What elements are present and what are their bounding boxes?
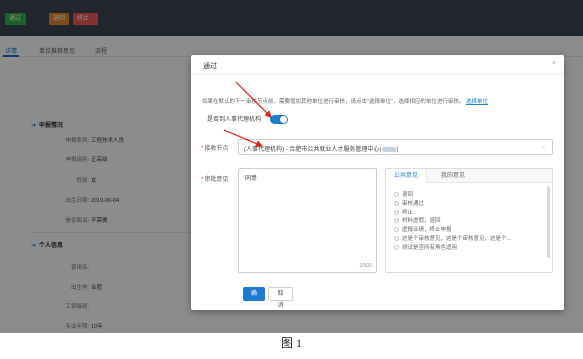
- receive-node-select[interactable]: (人事代理机构) - 合肥市公共就业人才服务管理中心() ⌄: [238, 139, 553, 155]
- opinion-picker: 公共意见 我的意见 退回 审核通过 终止 材料虚假，退回 虚报业绩，终止申报 这…: [385, 168, 553, 273]
- opinion-field-label: *审批意见: [201, 177, 229, 183]
- opinion-textarea[interactable]: 同意 2/500: [238, 168, 377, 273]
- toggle-label: 是否到人事代理机构: [207, 117, 262, 123]
- figure-caption: 图 1: [280, 336, 302, 350]
- char-count: 2/500: [359, 263, 372, 269]
- radio-icon: [394, 192, 399, 197]
- toggle-knob: [280, 116, 287, 123]
- opinion-text: 同意: [245, 176, 258, 182]
- list-item[interactable]: 虚报业绩，终止申报: [394, 225, 511, 234]
- opinion-list: 退回 审核通过 终止 材料虚假，退回 虚报业绩，终止申报 这是个审核意见，这是个…: [394, 190, 511, 252]
- list-item[interactable]: 这是个审核意见，这是个审核意见，这是个...: [394, 234, 511, 243]
- confirm-button[interactable]: 确定: [243, 287, 265, 311]
- close-icon[interactable]: ×: [552, 60, 556, 67]
- scrollbar[interactable]: [547, 186, 550, 258]
- approve-dialog: 通过 × 如果在默认的下一审核节点前，需要增加其他单位进行审核，请点击"选择单位…: [191, 55, 564, 311]
- agency-toggle[interactable]: [270, 115, 288, 124]
- node-field-label: *接收节点: [201, 146, 229, 152]
- tab-my-opinions[interactable]: 我的意见: [433, 169, 473, 183]
- radio-icon: [394, 227, 399, 233]
- redacted-mark: [382, 146, 397, 152]
- list-item[interactable]: 材料虚假，退回: [394, 216, 511, 225]
- list-item[interactable]: 审核通过: [394, 199, 511, 208]
- dialog-notice: 如果在默认的下一审核节点前，需要增加其他单位进行审核，请点击"选择单位"，选择相…: [202, 99, 488, 105]
- radio-icon: [394, 235, 399, 241]
- chevron-down-icon: ⌄: [540, 144, 546, 150]
- list-item[interactable]: 退回: [394, 190, 511, 199]
- select-unit-link[interactable]: 选择单位: [466, 99, 488, 105]
- list-item[interactable]: 终止: [394, 208, 511, 217]
- tab-public-opinions[interactable]: 公共意见: [386, 169, 428, 183]
- list-item[interactable]: 测试是否所有角色适用: [394, 243, 511, 252]
- receive-node-value: (人事代理机构) - 合肥市公共就业人才服务管理中心(): [244, 146, 399, 153]
- radio-icon: [394, 200, 399, 206]
- dialog-header: 通过 ×: [191, 55, 564, 75]
- opinion-tabs: 公共意见 我的意见: [386, 169, 552, 183]
- cancel-button[interactable]: 取消: [268, 287, 293, 309]
- radio-icon: [394, 244, 399, 250]
- radio-icon: [394, 218, 399, 224]
- dialog-title: 通过: [203, 63, 217, 70]
- radio-icon: [394, 209, 399, 215]
